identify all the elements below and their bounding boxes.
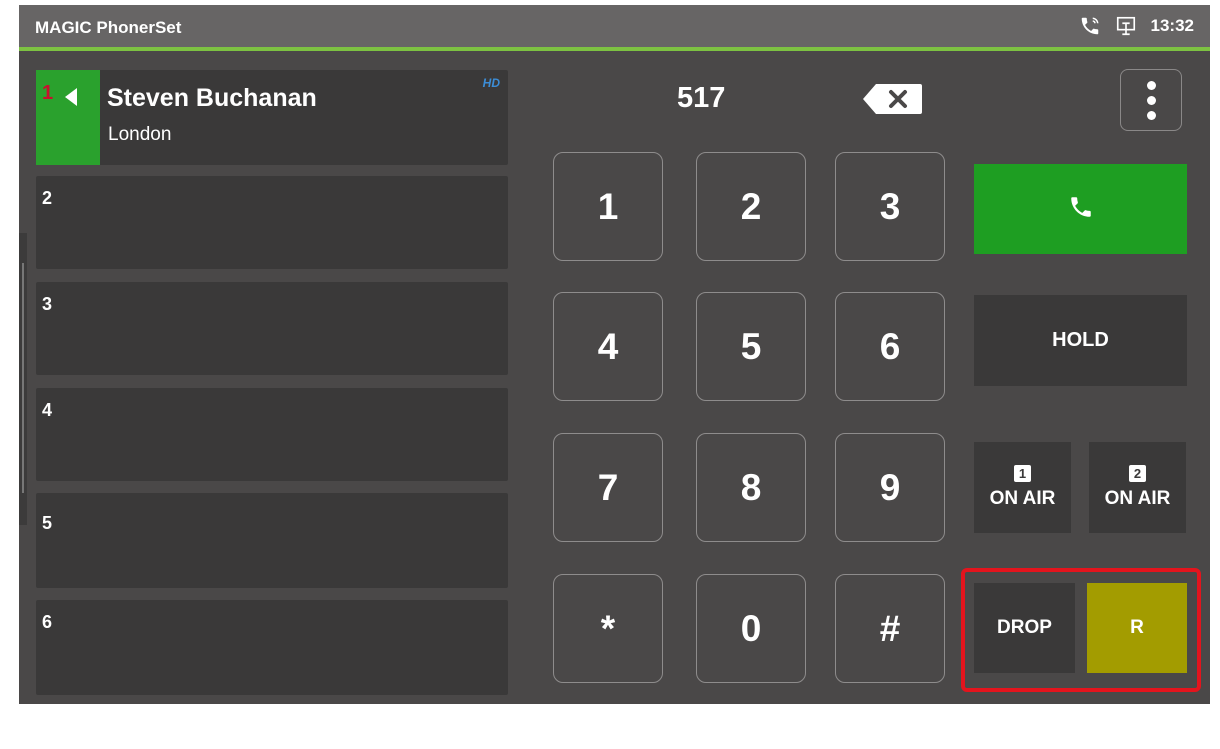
caller-name: Steven Buchanan [107,84,317,112]
key-6[interactable]: 6 [835,292,945,401]
scrollbar[interactable] [19,233,27,525]
line-number: 6 [42,612,53,632]
key-7[interactable]: 7 [553,433,663,542]
hd-badge: HD [482,76,500,90]
line-4[interactable]: 4 [36,388,508,481]
on-air-1-button[interactable]: 1 ON AIR [974,442,1071,533]
clock: 13:32 [1150,16,1194,35]
dialed-number: 517 [677,82,726,114]
key-star[interactable]: * [553,574,663,683]
menu-dot [1146,95,1156,105]
call-button[interactable] [974,164,1187,254]
menu-dot [1146,110,1156,120]
status-area: 13:32 [1079,15,1194,37]
key-1[interactable]: 1 [553,152,663,261]
scrollbar-thumb[interactable] [22,263,24,493]
key-3[interactable]: 3 [835,152,945,261]
network-icon [1115,15,1137,37]
on-air-2-button[interactable]: 2 ON AIR [1089,442,1186,533]
line-6[interactable]: 6 [36,600,508,695]
phone-icon [1068,194,1094,225]
line-number: 5 [42,513,53,533]
hold-button[interactable]: HOLD [974,295,1187,386]
line-number: 3 [42,294,53,314]
key-2[interactable]: 2 [696,152,806,261]
line-number: 1 [42,82,54,104]
app-title: MAGIC PhonerSet [35,18,182,37]
line-1-badge: 1 [1014,465,1031,482]
key-0[interactable]: 0 [696,574,806,683]
line-2-badge: 2 [1129,465,1146,482]
key-4[interactable]: 4 [553,292,663,401]
line-number: 4 [42,400,53,420]
line-2[interactable]: 2 [36,176,508,269]
backspace-icon[interactable] [862,82,924,121]
key-9[interactable]: 9 [835,433,945,542]
phone-call-icon [1079,15,1101,37]
menu-dot [1146,80,1156,90]
line-5[interactable]: 5 [36,493,508,588]
caller-location: London [108,124,172,145]
line-3[interactable]: 3 [36,282,508,375]
highlight-box [961,568,1201,692]
key-8[interactable]: 8 [696,433,806,542]
more-menu-button[interactable] [1120,69,1182,131]
on-air-1-label: ON AIR [989,488,1056,509]
active-arrow-icon [63,87,79,112]
line-1[interactable]: 1 Steven Buchanan London HD [36,70,508,165]
phone-app-window: MAGIC PhonerSet 13:32 1 Steven Buchanan … [19,5,1210,704]
key-5[interactable]: 5 [696,292,806,401]
line-number: 2 [42,188,53,208]
title-bar: MAGIC PhonerSet 13:32 [19,5,1210,51]
on-air-2-label: ON AIR [1104,488,1171,509]
key-hash[interactable]: # [835,574,945,683]
